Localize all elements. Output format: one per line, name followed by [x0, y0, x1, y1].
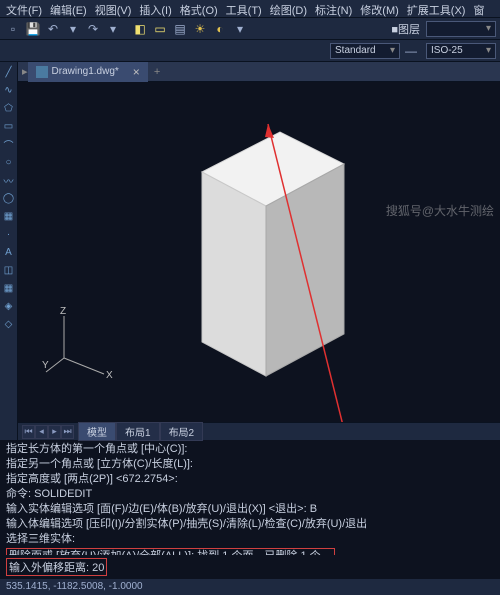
- toolbar-secondary: Standard▾ — ISO-25▾: [0, 40, 500, 62]
- nav-prev-icon[interactable]: ◂: [35, 425, 48, 439]
- new-file-icon[interactable]: ▫: [4, 20, 22, 38]
- cmd-highlighted-line: 删除面或 [放弃(U)/添加(A)/全部(ALL)]: 找到 1 个面，已删除 …: [6, 548, 335, 555]
- close-tab-icon[interactable]: ×: [133, 65, 140, 79]
- dash-icon[interactable]: —: [402, 42, 420, 60]
- menu-file[interactable]: 文件(F): [2, 0, 46, 17]
- menu-dim[interactable]: 标注(N): [311, 0, 356, 17]
- solid-cube[interactable]: [162, 114, 382, 394]
- point-tool-icon[interactable]: ·: [1, 226, 17, 243]
- nav-last-icon[interactable]: ⏭: [61, 425, 74, 439]
- layer-dropdown[interactable]: ▾: [426, 21, 496, 37]
- menu-format[interactable]: 格式(O): [176, 0, 222, 17]
- doc-file-icon: [36, 66, 48, 78]
- axis-z-label: Z: [60, 306, 66, 317]
- nav-first-icon[interactable]: ⏮: [22, 425, 35, 439]
- document-tab[interactable]: Drawing1.dwg* ×: [28, 62, 148, 82]
- lineweight-icon[interactable]: ▤: [171, 20, 189, 38]
- layer-label: ■图层: [391, 21, 420, 37]
- toolbar-main: ▫ 💾 ↶ ▾ ↷ ▾ ◧ ▭ ▤ ☀ ◐ ▾ ■图层 ▾: [0, 18, 500, 40]
- cmd-line: 选择三维实体:: [6, 532, 494, 547]
- tab-model[interactable]: 模型: [78, 422, 116, 441]
- redo-icon[interactable]: ↷: [84, 20, 102, 38]
- textstyle-dropdown[interactable]: Standard▾: [330, 43, 400, 59]
- menu-draw[interactable]: 绘图(D): [266, 0, 311, 17]
- ellipse-tool-icon[interactable]: ◯: [1, 190, 17, 207]
- cmd-line: 命令: SOLIDEDIT: [6, 487, 494, 502]
- command-input-row: 输入外偏移距离: 20: [0, 555, 500, 579]
- hatch-tool-icon[interactable]: ▦: [1, 208, 17, 225]
- undo-dd-icon[interactable]: ▾: [64, 20, 82, 38]
- status-bar: 535.1415, -1182.5008, -1.0000: [0, 579, 500, 595]
- ucs-axis-icon: Z X Y: [42, 306, 116, 380]
- cmd-line: 输入体编辑选项 [压印(I)/分割实体(P)/抽壳(S)/清除(L)/检查(C)…: [6, 517, 494, 532]
- bottom-tabbar: ⏮ ◂ ▸ ⏭ 模型 布局1 布局2: [18, 422, 500, 440]
- line-tool-icon[interactable]: ╱: [1, 64, 17, 81]
- rect-tool-icon[interactable]: ▭: [1, 118, 17, 135]
- arc-tool-icon[interactable]: ⌒: [1, 136, 17, 153]
- cmd-line: 指定另一个角点或 [立方体(C)/长度(L)]:: [6, 457, 494, 472]
- menu-bar: 文件(F) 编辑(E) 视图(V) 插入(I) 格式(O) 工具(T) 绘图(D…: [0, 0, 500, 18]
- menu-view[interactable]: 视图(V): [91, 0, 136, 17]
- coords-readout: 535.1415, -1182.5008, -1.0000: [6, 581, 143, 592]
- polyline-tool-icon[interactable]: ∿: [1, 82, 17, 99]
- cmd-line: 指定长方体的第一个角点或 [中心(C)]:: [6, 442, 494, 457]
- tab-layout1[interactable]: 布局1: [116, 422, 160, 441]
- cmd-line: 输入实体编辑选项 [面(F)/边(E)/体(B)/放弃(U)/退出(X)] <退…: [6, 502, 494, 517]
- cmd-line: 指定高度或 [两点(2P)] <672.2754>:: [6, 472, 494, 487]
- document-tab-label: Drawing1.dwg*: [52, 66, 119, 77]
- menu-window[interactable]: 窗: [469, 0, 488, 17]
- misc-tool-icon[interactable]: ◇: [1, 316, 17, 333]
- redo-dd-icon[interactable]: ▾: [104, 20, 122, 38]
- spline-tool-icon[interactable]: 〰: [1, 172, 17, 189]
- menu-tools[interactable]: 工具(T): [222, 0, 266, 17]
- axis-y-label: Y: [42, 360, 49, 371]
- watermark: 搜狐号@大水牛测绘: [386, 202, 494, 219]
- polygon-tool-icon[interactable]: ⬠: [1, 100, 17, 117]
- table-tool-icon[interactable]: ▦: [1, 280, 17, 297]
- linetype-icon[interactable]: ▭: [151, 20, 169, 38]
- circle-tool-icon[interactable]: ○: [1, 154, 17, 171]
- text-tool-icon[interactable]: A: [1, 244, 17, 261]
- menu-insert[interactable]: 插入(I): [135, 0, 175, 17]
- command-log: 指定长方体的第一个角点或 [中心(C)]: 指定另一个角点或 [立方体(C)/长…: [0, 440, 500, 555]
- block-tool-icon[interactable]: ◫: [1, 262, 17, 279]
- tab-layout2[interactable]: 布局2: [160, 422, 204, 441]
- menu-ext[interactable]: 扩展工具(X): [403, 0, 470, 17]
- document-tabbar: ▸ Drawing1.dwg* × +: [18, 62, 500, 82]
- add-tab-icon[interactable]: +: [148, 66, 166, 78]
- menu-modify[interactable]: 修改(M): [356, 0, 403, 17]
- color-swatch-icon[interactable]: ◧: [131, 20, 149, 38]
- save-icon[interactable]: 💾: [24, 20, 42, 38]
- nav-next-icon[interactable]: ▸: [48, 425, 61, 439]
- menu-edit[interactable]: 编辑(E): [46, 0, 91, 17]
- command-prompt[interactable]: 输入外偏移距离: 20: [6, 558, 107, 576]
- undo-icon[interactable]: ↶: [44, 20, 62, 38]
- light2-icon[interactable]: ◐: [211, 20, 229, 38]
- axis-x-label: X: [106, 370, 113, 380]
- dropdown-icon[interactable]: ▾: [231, 20, 249, 38]
- light-icon[interactable]: ☀: [191, 20, 209, 38]
- viewport[interactable]: Z X Y 搜狐号@大水牛测绘: [18, 82, 500, 422]
- left-toolbar: ╱ ∿ ⬠ ▭ ⌒ ○ 〰 ◯ ▦ · A ◫ ▦ ◈ ◇: [0, 62, 18, 440]
- region-tool-icon[interactable]: ◈: [1, 298, 17, 315]
- dimstyle-dropdown[interactable]: ISO-25▾: [426, 43, 496, 59]
